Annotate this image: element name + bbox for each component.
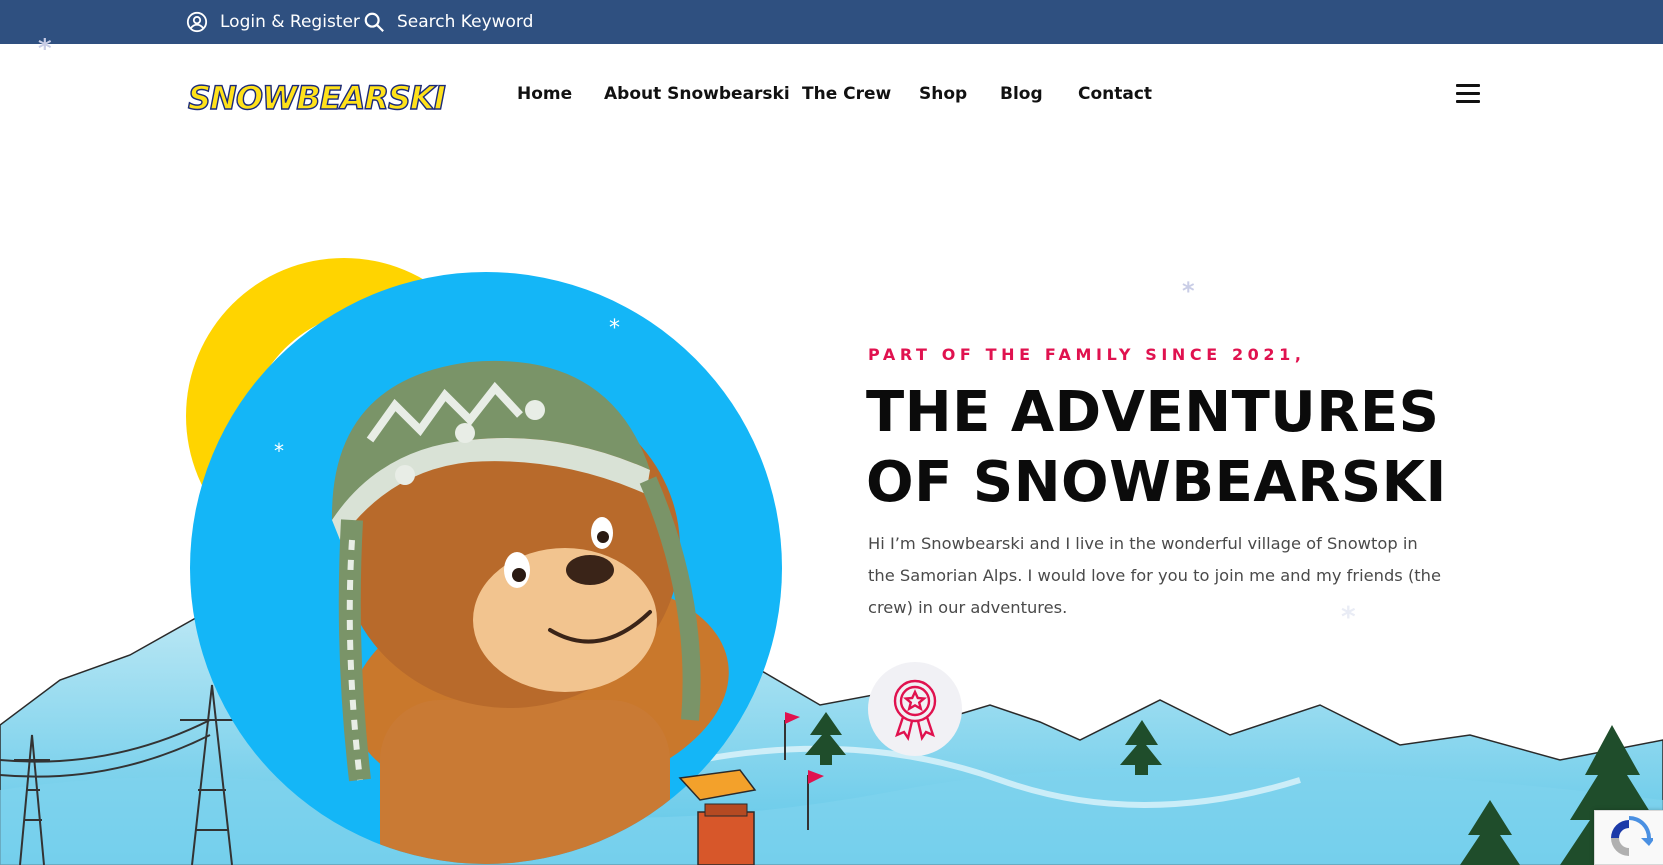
snowflake-icon: *: [609, 316, 620, 341]
search-toggle[interactable]: Search Keyword: [363, 0, 533, 44]
user-circle-icon: [186, 11, 208, 33]
hero-title: THE ADVENTURES OF SNOWBEARSKI: [866, 378, 1506, 518]
hamburger-menu-icon[interactable]: [1456, 84, 1480, 104]
recaptcha-widget[interactable]: [1594, 810, 1663, 865]
login-register-link[interactable]: Login & Register: [186, 0, 360, 44]
nav-blog[interactable]: Blog: [1000, 84, 1043, 104]
recaptcha-icon: [1611, 816, 1653, 856]
search-label: Search Keyword: [397, 12, 534, 32]
site-logo[interactable]: SNOWBEARSKI: [187, 78, 446, 118]
nav-about[interactable]: About Snowbearski: [604, 84, 790, 104]
award-badge: [868, 662, 962, 756]
snowflake-icon: *: [274, 439, 284, 463]
snowflake-icon: *: [38, 34, 52, 64]
nav-shop[interactable]: Shop: [919, 84, 967, 104]
hero-title-line1: THE ADVENTURES: [866, 380, 1440, 445]
hero-title-line2: OF SNOWBEARSKI: [866, 450, 1447, 515]
award-ribbon-icon: [893, 679, 937, 741]
top-bar: Login & Register Search Keyword: [0, 0, 1663, 44]
site-header: SNOWBEARSKI Home About Snowbearski The C…: [0, 44, 1663, 150]
hero-eyebrow: PART OF THE FAMILY SINCE 2021,: [868, 345, 1306, 364]
hero-intro: Hi I’m Snowbearski and I live in the won…: [868, 534, 1442, 617]
nav-home[interactable]: Home: [517, 84, 572, 104]
login-register-label: Login & Register: [220, 12, 360, 32]
search-icon: [364, 12, 384, 32]
nav-contact[interactable]: Contact: [1078, 84, 1152, 104]
nav-crew[interactable]: The Crew: [802, 84, 891, 104]
